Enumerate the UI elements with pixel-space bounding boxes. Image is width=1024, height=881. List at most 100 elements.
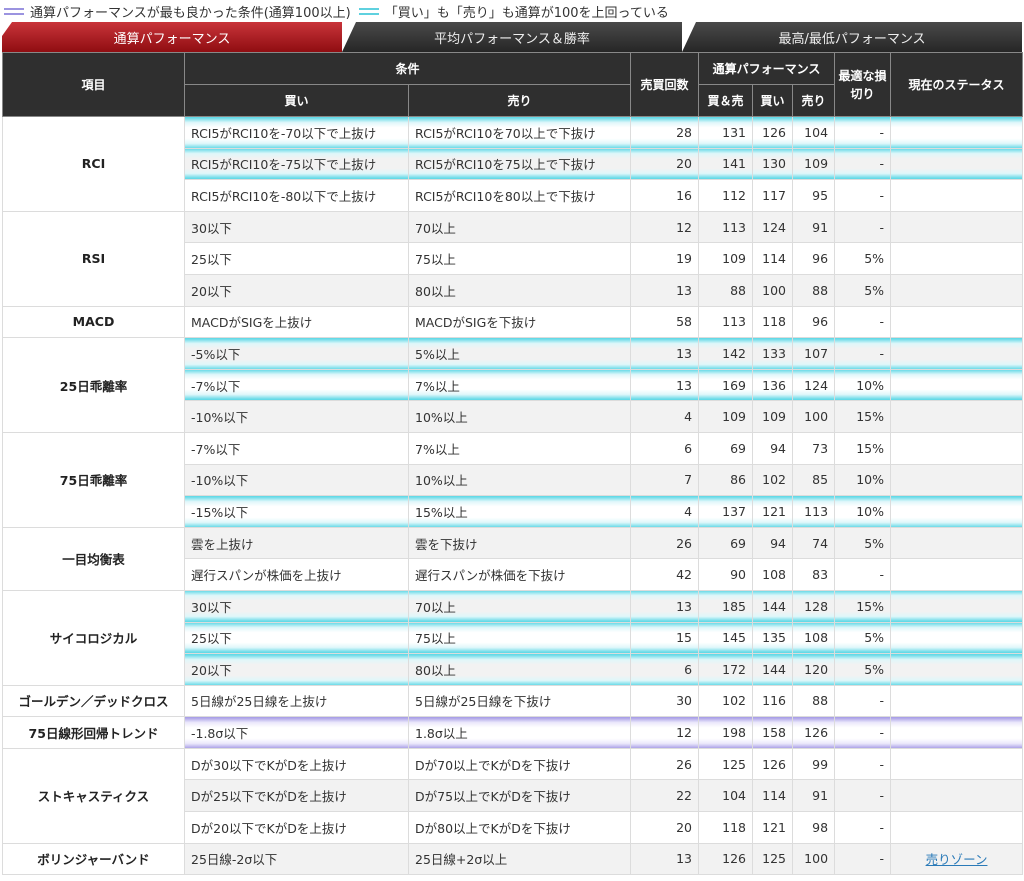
stoploss: 10%: [834, 369, 892, 402]
table-row: 75日乖離率 -7%以下 7%以上 6 69 94 73 15%: [2, 432, 1024, 528]
table-row: サイコロジカル 30以下 70以上 13 185 144 128 15%: [2, 590, 1024, 686]
sell-condition: 雲を下抜け: [408, 527, 632, 560]
total-both: 185: [698, 590, 754, 623]
total-buy: 124: [752, 211, 794, 244]
tab-max-min-performance[interactable]: 最高/最低パフォーマンス: [682, 22, 1022, 52]
total-sell: 73: [792, 432, 836, 465]
total-both: 113: [698, 211, 754, 244]
purple-line-icon: [4, 7, 24, 15]
trade-count: 15: [630, 622, 700, 655]
buy-condition: -1.8σ以下: [184, 716, 409, 749]
trade-count: 26: [630, 748, 700, 781]
item-name: RSI: [2, 211, 185, 307]
stoploss: 15%: [834, 432, 892, 465]
status-cell: [890, 622, 1024, 655]
total-both: 69: [698, 432, 754, 465]
table-row: ゴールデン／デッドクロス 5日線が25日線を上抜け 5日線が25日線を下抜け 30 10…: [2, 685, 1024, 718]
trade-count: 26: [630, 527, 700, 560]
tab-label: 最高/最低パフォーマンス: [778, 31, 926, 47]
buy-condition: Dが30以下でKがDを上抜け: [184, 748, 409, 781]
sell-condition: 75以上: [408, 622, 632, 655]
item-name: RCI: [2, 116, 185, 212]
sell-condition: RCI5がRCI10を75以上で下抜け: [408, 148, 632, 181]
trade-count: 13: [630, 843, 700, 876]
header-buy-short: 買い: [752, 84, 794, 117]
total-both: 141: [698, 148, 754, 181]
total-buy: 118: [752, 306, 794, 339]
table-row: 75日線形回帰トレンド -1.8σ以下 1.8σ以上 12 198 158 126-: [2, 716, 1024, 749]
sell-condition: 70以上: [408, 211, 632, 244]
buy-condition: Dが25以下でKがDを上抜け: [184, 779, 409, 813]
sell-condition: 75以上: [408, 242, 632, 275]
item-name: ストキャスティクス: [2, 748, 185, 844]
tab-average-performance[interactable]: 平均パフォーマンス＆勝率: [342, 22, 682, 52]
sell-condition: 遅行スパンが株価を下抜け: [408, 558, 632, 591]
trade-count: 13: [630, 369, 700, 402]
total-buy: 116: [752, 685, 794, 718]
header-trades: 売買回数: [630, 52, 700, 117]
trade-count: 13: [630, 274, 700, 307]
trade-count: 30: [630, 685, 700, 718]
buy-condition: 25以下: [184, 242, 409, 275]
sell-condition: RCI5がRCI10を70以上で下抜け: [408, 116, 632, 149]
total-both: 90: [698, 558, 754, 591]
header-stoploss: 最適な損切り: [834, 52, 892, 117]
header-item: 項目: [2, 52, 185, 117]
sell-condition: 10%以上: [408, 464, 632, 497]
total-sell: 109: [792, 148, 836, 181]
total-sell: 128: [792, 590, 836, 623]
sell-condition: Dが70以上でKがDを下抜け: [408, 748, 632, 781]
total-sell: 126: [792, 716, 836, 749]
trade-count: 42: [630, 558, 700, 591]
legend-best-label: 通算パフォーマンスが最も良かった条件(通算100以上): [30, 5, 351, 21]
total-both: 109: [698, 400, 754, 433]
total-sell: 113: [792, 495, 836, 528]
table-row: ストキャスティクス Dが30以下でKがDを上抜け Dが70以上でKがDを下抜け 26 1…: [2, 748, 1024, 844]
total-both: 109: [698, 242, 754, 275]
total-sell: 96: [792, 306, 836, 339]
status-cell: [890, 274, 1024, 307]
buy-condition: -15%以下: [184, 495, 409, 528]
buy-condition: -10%以下: [184, 400, 409, 433]
tab-label: 平均パフォーマンス＆勝率: [434, 31, 590, 47]
total-buy: 117: [752, 179, 794, 212]
status-cell: [890, 211, 1024, 244]
buy-condition: 30以下: [184, 590, 409, 623]
sell-condition: 80以上: [408, 653, 632, 686]
stoploss: -: [834, 779, 892, 813]
status-cell: [890, 527, 1024, 560]
stoploss: 15%: [834, 590, 892, 623]
trade-count: 12: [630, 716, 700, 749]
table-row: ボリンジャーバンド 25日線-2σ以下 25日線+2σ以上 13 126 125 100- 売…: [2, 843, 1024, 876]
total-both: 112: [698, 179, 754, 212]
total-both: 102: [698, 685, 754, 718]
sell-condition: 25日線+2σ以上: [408, 843, 632, 876]
stoploss: -: [834, 337, 892, 370]
total-both: 169: [698, 369, 754, 402]
stoploss: -: [834, 811, 892, 844]
table-row: 一目均衡表 雲を上抜け 雲を下抜け 26 69 94 74 5%: [2, 527, 1024, 591]
status-cell: [890, 716, 1024, 749]
total-buy: 102: [752, 464, 794, 497]
status-cell: [890, 179, 1024, 212]
buy-condition: -7%以下: [184, 369, 409, 402]
total-both: 86: [698, 464, 754, 497]
sell-condition: 5%以上: [408, 337, 632, 370]
total-sell: 88: [792, 274, 836, 307]
header-both: 買＆売: [698, 84, 754, 117]
status-cell: [890, 306, 1024, 339]
tab-total-performance[interactable]: 通算パフォーマンス: [2, 22, 342, 52]
total-sell: 100: [792, 843, 836, 876]
buy-condition: 20以下: [184, 274, 409, 307]
status-link[interactable]: 売りゾーン: [926, 852, 988, 867]
status-cell: [890, 116, 1024, 149]
status-cell: [890, 242, 1024, 275]
total-buy: 135: [752, 622, 794, 655]
stoploss: 15%: [834, 400, 892, 433]
status-cell: [890, 685, 1024, 718]
buy-condition: RCI5がRCI10を-70以下で上抜け: [184, 116, 409, 149]
total-both: 69: [698, 527, 754, 560]
total-sell: 98: [792, 811, 836, 844]
stoploss: 10%: [834, 464, 892, 497]
trade-count: 7: [630, 464, 700, 497]
